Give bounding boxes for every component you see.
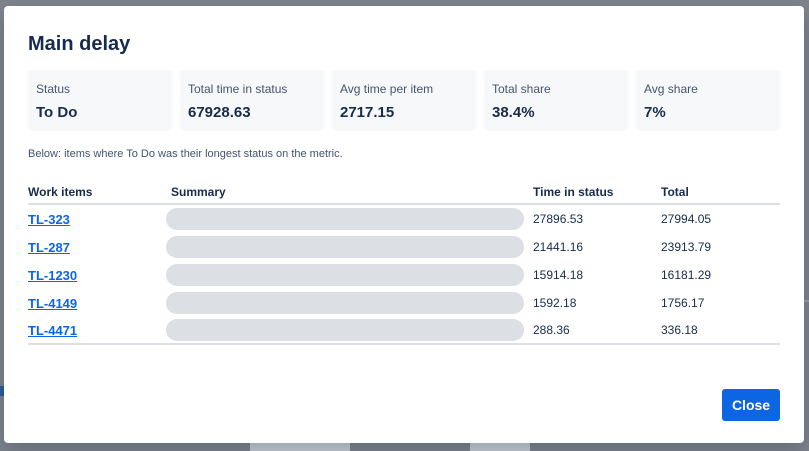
stat-avg-share: Avg share 7% <box>636 70 780 131</box>
time-in-status-cell: 21441.16 <box>533 240 584 254</box>
table-header: Work items Summary Time in status Total <box>28 185 780 205</box>
table-row: TL-1230 15914.18 16181.29 <box>28 261 780 289</box>
table-row: TL-4149 1592.18 1756.17 <box>28 289 780 317</box>
time-in-status-cell: 288.36 <box>533 323 570 337</box>
stat-value: To Do <box>36 104 78 121</box>
stat-label: Avg time per item <box>340 82 434 96</box>
stat-total-time: Total time in status 67928.63 <box>180 70 324 131</box>
header-total: Total <box>661 185 689 199</box>
table-note: Below: items where To Do was their longe… <box>28 148 343 160</box>
time-in-status-cell: 15914.18 <box>533 268 584 282</box>
summary-placeholder <box>166 208 524 230</box>
main-delay-dialog: Main delay Status To Do Total time in st… <box>4 6 804 443</box>
header-work-items: Work items <box>28 185 93 199</box>
work-item-link[interactable]: TL-4149 <box>28 296 77 311</box>
total-cell: 27994.05 <box>661 212 712 226</box>
stat-label: Status <box>36 82 71 96</box>
stat-label: Avg share <box>644 82 698 96</box>
stat-value: 7% <box>644 104 666 121</box>
total-cell: 336.18 <box>661 323 698 337</box>
stat-value: 67928.63 <box>188 104 251 121</box>
summary-placeholder <box>166 236 524 258</box>
work-item-link[interactable]: TL-1230 <box>28 268 77 283</box>
stat-label: Total share <box>492 82 551 96</box>
table-row: TL-323 27896.53 27994.05 <box>28 205 780 233</box>
table-row: TL-287 21441.16 23913.79 <box>28 233 780 261</box>
work-items-table: Work items Summary Time in status Total … <box>28 185 780 345</box>
stat-value: 2717.15 <box>340 104 395 121</box>
header-time-in-status: Time in status <box>533 185 614 199</box>
work-item-link[interactable]: TL-4471 <box>28 323 77 338</box>
stat-avg-time: Avg time per item 2717.15 <box>332 70 476 131</box>
total-cell: 23913.79 <box>661 240 712 254</box>
total-cell: 1756.17 <box>661 296 705 310</box>
close-button[interactable]: Close <box>722 389 780 421</box>
summary-placeholder <box>166 292 524 314</box>
dialog-title: Main delay <box>28 33 131 55</box>
work-item-link[interactable]: TL-323 <box>28 212 70 227</box>
time-in-status-cell: 27896.53 <box>533 212 584 226</box>
stat-status: Status To Do <box>28 70 172 131</box>
work-item-link[interactable]: TL-287 <box>28 240 70 255</box>
background-fragment <box>250 443 350 451</box>
stat-label: Total time in status <box>188 82 288 96</box>
table-row: TL-4471 288.36 336.18 <box>28 317 780 345</box>
header-summary: Summary <box>171 185 226 199</box>
stats-row: Status To Do Total time in status 67928.… <box>28 70 780 131</box>
summary-placeholder <box>166 264 524 286</box>
total-cell: 16181.29 <box>661 268 712 282</box>
stat-value: 38.4% <box>492 104 535 121</box>
stat-total-share: Total share 38.4% <box>484 70 628 131</box>
background-fragment <box>470 443 530 451</box>
summary-placeholder <box>166 319 524 341</box>
time-in-status-cell: 1592.18 <box>533 296 577 310</box>
